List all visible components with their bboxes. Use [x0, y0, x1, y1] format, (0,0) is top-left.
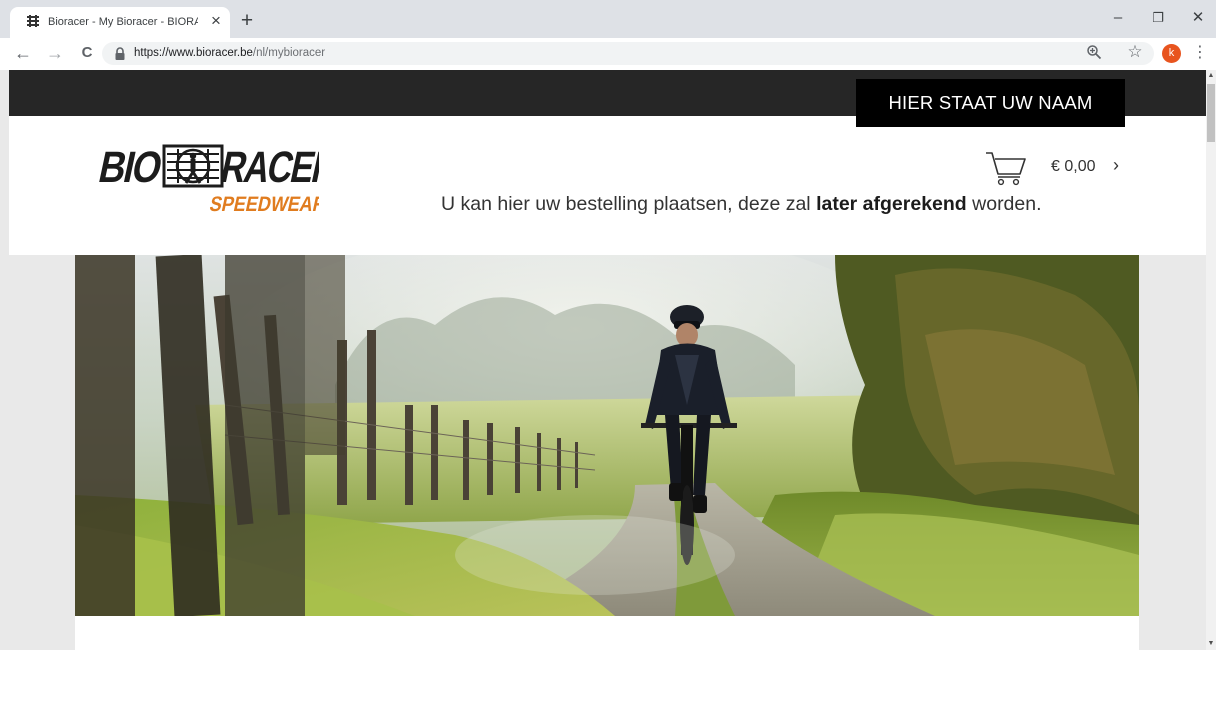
url-path: /nl/mybioracer [252, 47, 326, 59]
zoom-icon[interactable] [1086, 44, 1102, 60]
notice-text-after: worden. [966, 193, 1042, 215]
order-notice: U kan hier uw bestelling plaatsen, deze … [441, 191, 1141, 217]
window-close-button[interactable]: ✕ [1186, 6, 1210, 30]
window-restore-button[interactable]: ❐ [1146, 6, 1170, 30]
forward-button[interactable]: → [44, 42, 66, 64]
kebab-menu-icon[interactable]: ⋮ [1192, 42, 1208, 64]
lock-icon [115, 47, 125, 60]
hero-cyclist-photo [75, 255, 1139, 616]
cart-total[interactable]: € 0,00 [1051, 156, 1095, 178]
content-area [75, 616, 1139, 650]
back-button[interactable]: ← [12, 42, 34, 64]
chevron-right-icon[interactable]: › [1113, 154, 1127, 176]
new-tab-button[interactable]: + [236, 10, 258, 32]
scroll-up-arrow-icon[interactable]: ▲ [1206, 70, 1216, 82]
browser-toolbar: ← → C https://www.bioracer.be/nl/mybiora… [0, 38, 1216, 70]
url-text[interactable]: https://www.bioracer.be/nl/mybioracer [134, 45, 325, 62]
logo-tagline: SPEEDWEAR [208, 193, 319, 216]
address-bar[interactable]: https://www.bioracer.be/nl/mybioracer [102, 42, 1154, 65]
tab-title: Bioracer - My Bioracer - BIORACER [48, 16, 198, 28]
tab-bioracer[interactable]: Bioracer - My Bioracer - BIORACER × [10, 7, 230, 38]
reload-button[interactable]: C [76, 42, 98, 64]
logo-wordmark-right: RACER [217, 143, 319, 191]
blank-area [0, 650, 1216, 702]
bioracer-logo[interactable]: BIO RACER SPEEDWEAR [87, 134, 319, 216]
scroll-thumb[interactable] [1207, 84, 1215, 142]
shopping-cart-icon[interactable] [984, 150, 1028, 188]
favicon-icon [26, 14, 40, 28]
url-host: https://www.bioracer.be [134, 47, 253, 59]
page-scrollbar[interactable]: ▲ ▼ [1206, 70, 1216, 650]
notice-text-before: U kan hier uw bestelling plaatsen, deze … [441, 193, 817, 215]
profile-avatar[interactable]: k [1162, 44, 1181, 63]
hero-banner-image [75, 255, 1139, 616]
site-header: BIO RACER SPEEDWEAR € 0,00 › U kan hier … [9, 116, 1206, 255]
notice-text-bold: later afgerekend [816, 193, 967, 215]
scroll-down-arrow-icon[interactable]: ▼ [1206, 638, 1216, 650]
tab-close-icon[interactable]: × [207, 12, 225, 30]
logo-wordmark-left: BIO [95, 143, 166, 191]
browser-chrome: Bioracer - My Bioracer - BIORACER × + – … [0, 0, 1216, 70]
tab-strip: Bioracer - My Bioracer - BIORACER × + – … [0, 0, 1216, 38]
bookmark-star-icon[interactable]: ☆ [1125, 42, 1145, 62]
user-name-banner[interactable]: HIER STAAT UW NAAM [856, 79, 1125, 127]
page-viewport: HIER STAAT UW NAAM BIO RACER SPEEDWEAR €… [0, 70, 1206, 650]
vitruvian-emblem-icon [162, 144, 224, 188]
window-minimize-button[interactable]: – [1106, 6, 1130, 30]
